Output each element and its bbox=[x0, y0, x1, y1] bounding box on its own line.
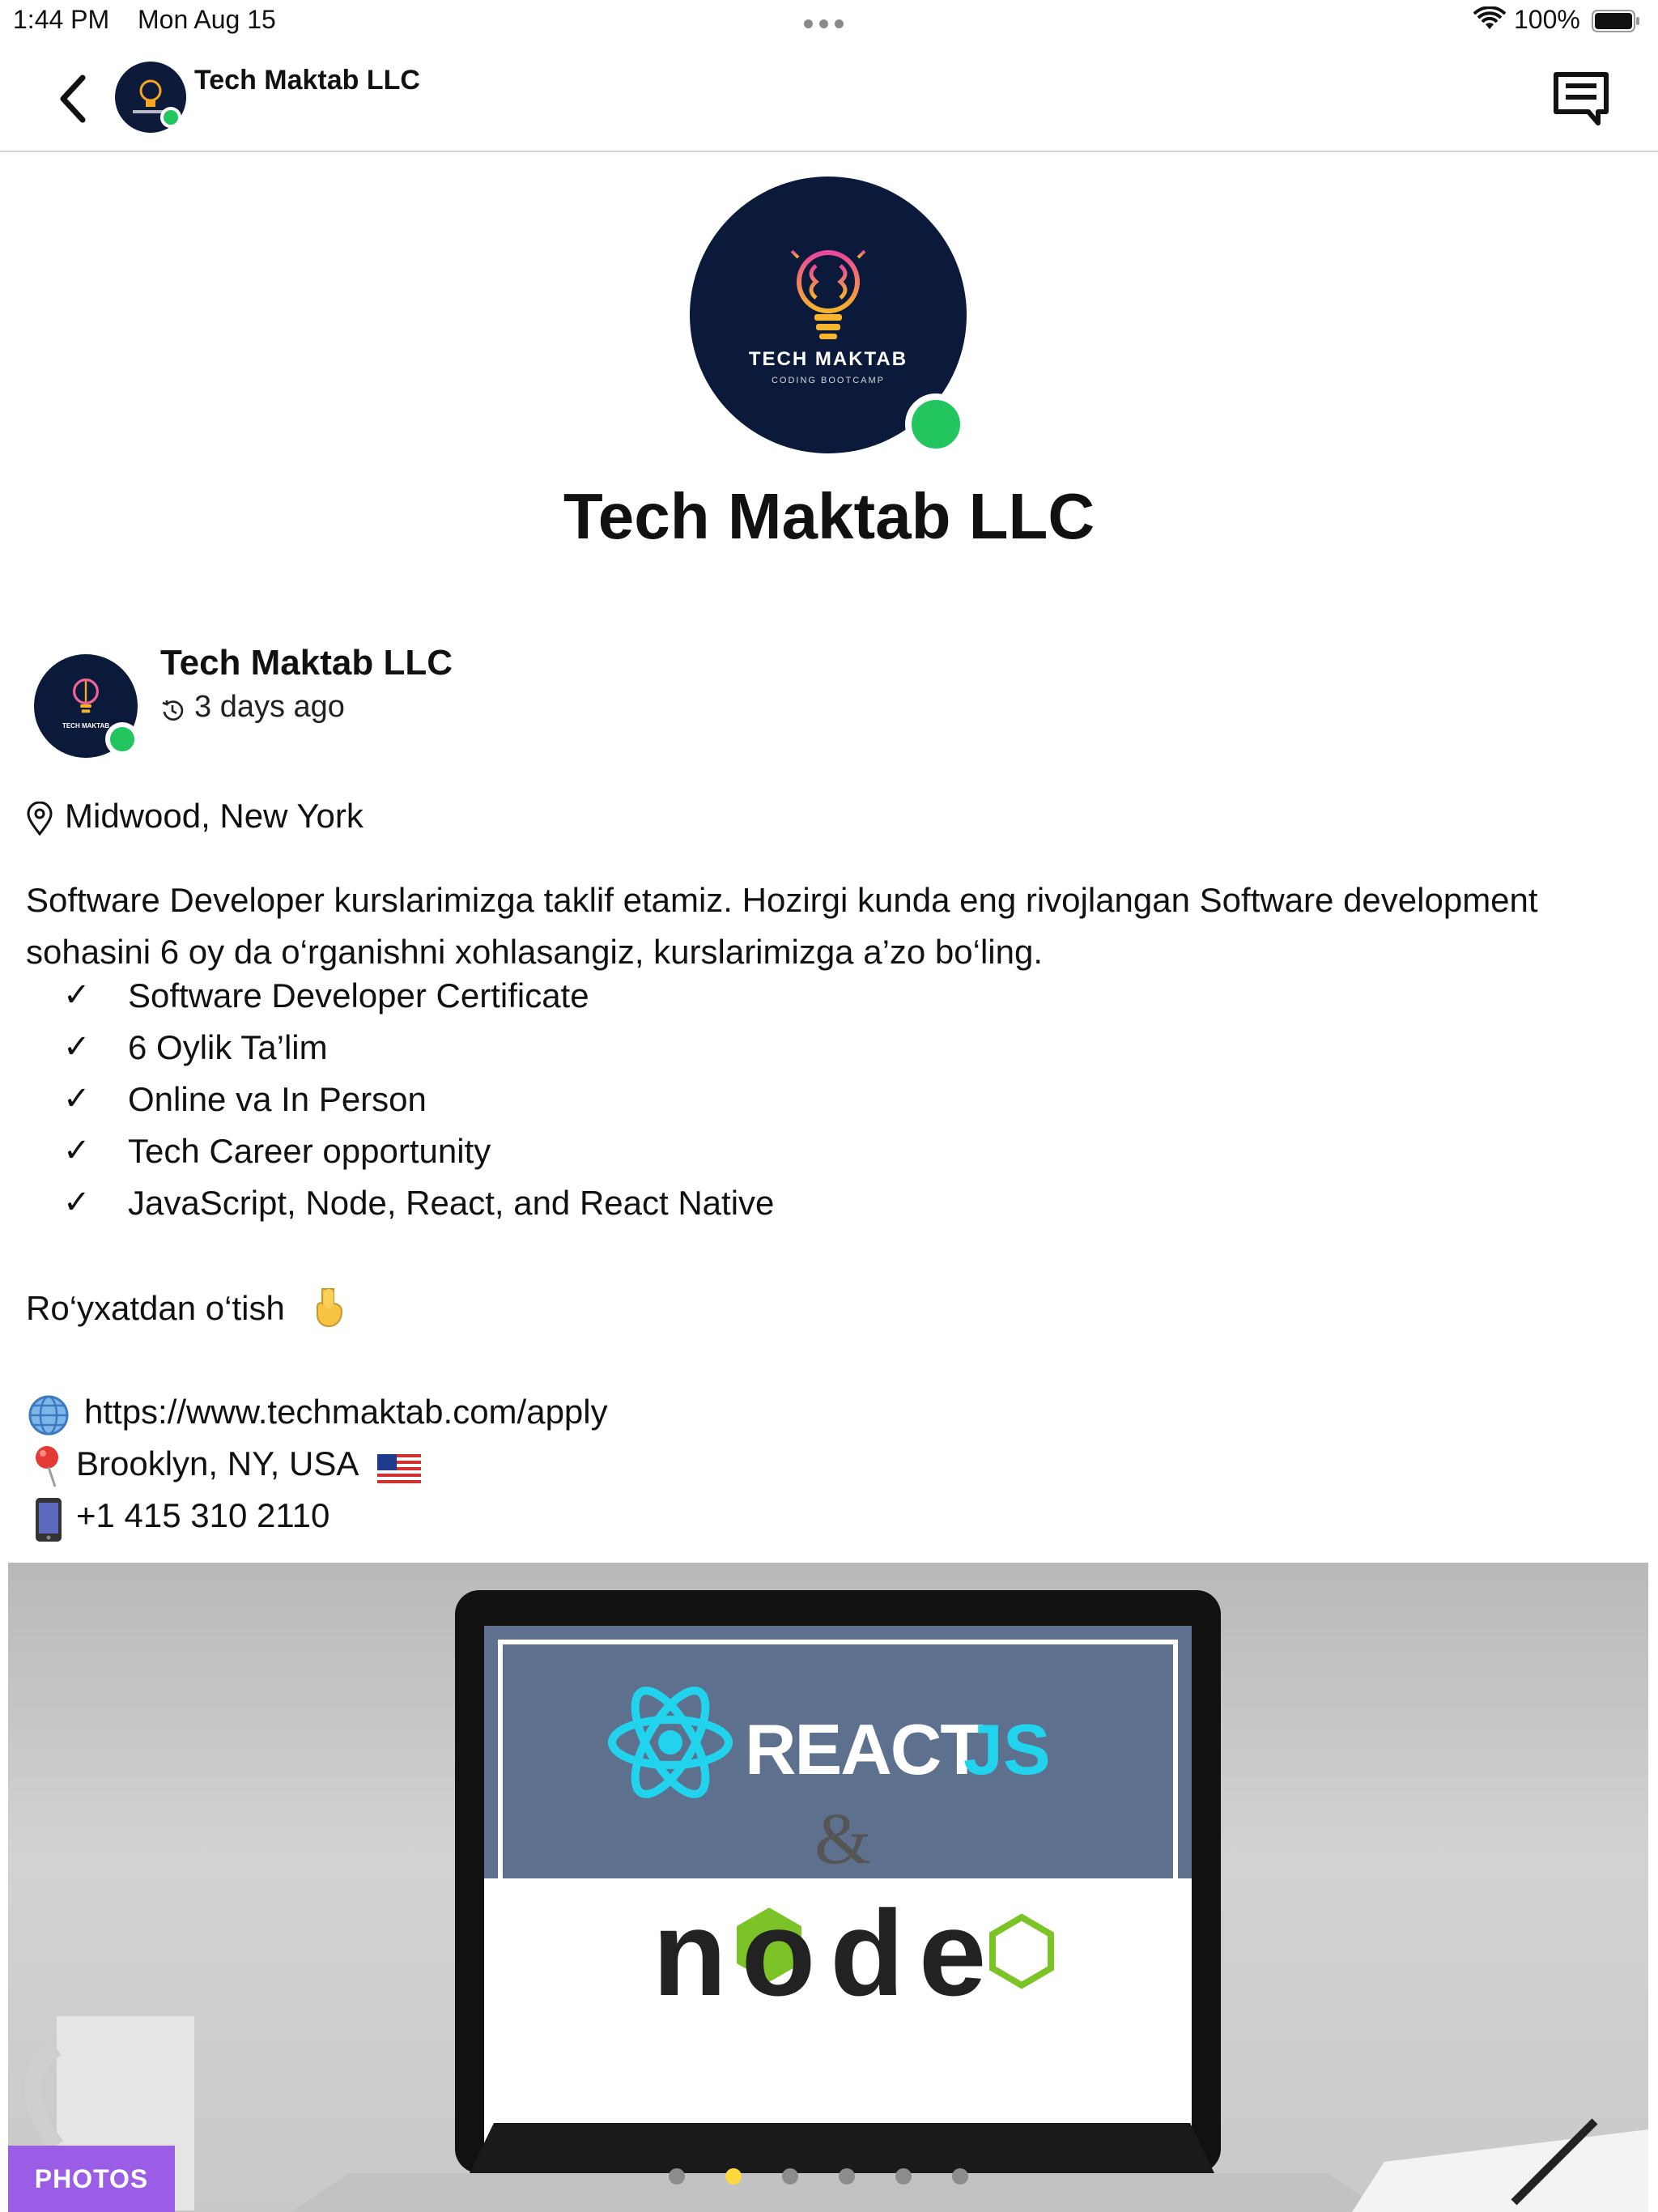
checklist-item-label: JavaScript, Node, React, and React Nativ… bbox=[128, 1184, 775, 1222]
post-photo[interactable]: REACT JS & node bbox=[8, 1563, 1648, 2212]
carousel-dot[interactable] bbox=[839, 2168, 855, 2184]
us-flag-icon bbox=[377, 1454, 421, 1483]
status-date: Mon Aug 15 bbox=[138, 5, 276, 34]
nav-title: Tech Maktab LLC bbox=[194, 65, 420, 96]
location-pin-icon bbox=[27, 802, 53, 836]
carousel-dot-active[interactable] bbox=[725, 2168, 742, 2184]
post-author-online-indicator bbox=[105, 722, 139, 756]
phone-number[interactable]: +1 415 310 2110 bbox=[76, 1496, 329, 1535]
lightbulb-brain-logo-icon bbox=[73, 678, 99, 713]
checkmark-icon: ✓ bbox=[63, 1081, 91, 1117]
photos-badge[interactable]: PHOTOS bbox=[8, 2146, 175, 2212]
checklist-item-label: 6 Oylik Ta’lim bbox=[128, 1028, 328, 1066]
logo-title: TECH MAKTAB bbox=[748, 348, 908, 370]
mobile-phone-icon bbox=[36, 1498, 62, 1542]
checkmark-icon: ✓ bbox=[63, 1133, 91, 1168]
pointing-down-hand-icon bbox=[317, 1288, 343, 1328]
carousel-dot[interactable] bbox=[952, 2168, 968, 2184]
battery-percentage: 100% bbox=[1514, 5, 1580, 34]
post-body: Software Developer kurslarimizga taklif … bbox=[26, 874, 1637, 978]
back-chevron-icon[interactable] bbox=[53, 71, 96, 126]
carousel-dot[interactable] bbox=[669, 2168, 685, 2184]
logo-subtitle: CODING BOOTCAMP bbox=[771, 376, 885, 385]
profile-online-indicator bbox=[905, 393, 967, 455]
lightbulb-brain-logo-icon bbox=[784, 240, 873, 339]
website-link[interactable]: https://www.techmaktab.com/apply bbox=[84, 1393, 608, 1431]
post-body-line: sohasini 6 oy da o‘rganishni xohlasangiz… bbox=[26, 933, 1044, 971]
battery-icon bbox=[1592, 10, 1639, 32]
history-icon bbox=[162, 700, 184, 721]
wifi-icon bbox=[1473, 6, 1506, 29]
chat-icon[interactable] bbox=[1551, 70, 1611, 126]
round-pushpin-icon bbox=[36, 1446, 58, 1487]
checklist-item-label: Software Developer Certificate bbox=[128, 976, 589, 1015]
post-timestamp: 3 days ago bbox=[194, 690, 345, 724]
js-label: JS bbox=[963, 1709, 1051, 1789]
registration-cta: Ro‘yxatdan o‘tish bbox=[26, 1289, 285, 1327]
profile-name: Tech Maktab LLC bbox=[563, 480, 1095, 552]
checklist-item-label: Online va In Person bbox=[128, 1080, 427, 1118]
status-time: 1:44 PM bbox=[13, 5, 110, 34]
react-label: REACT bbox=[745, 1709, 984, 1789]
globe-icon bbox=[28, 1395, 69, 1436]
checkmark-icon: ✓ bbox=[63, 1185, 91, 1220]
carousel-dot[interactable] bbox=[782, 2168, 798, 2184]
checkmark-icon: ✓ bbox=[63, 977, 91, 1013]
ampersand-label: & bbox=[814, 1799, 872, 1879]
post-location[interactable]: Midwood, New York bbox=[65, 797, 363, 836]
address-text: Brooklyn, NY, USA bbox=[76, 1444, 359, 1482]
node-label: node bbox=[653, 1885, 1001, 2021]
post-author-name[interactable]: Tech Maktab LLC bbox=[160, 643, 453, 683]
checkmark-icon: ✓ bbox=[63, 1029, 91, 1065]
multitasking-dots-icon[interactable] bbox=[804, 18, 852, 29]
nav-online-indicator bbox=[160, 107, 181, 128]
carousel-dot[interactable] bbox=[895, 2168, 912, 2184]
checklist-item-label: Tech Career opportunity bbox=[128, 1132, 491, 1170]
post-body-line: Software Developer kurslarimizga taklif … bbox=[26, 881, 1538, 919]
